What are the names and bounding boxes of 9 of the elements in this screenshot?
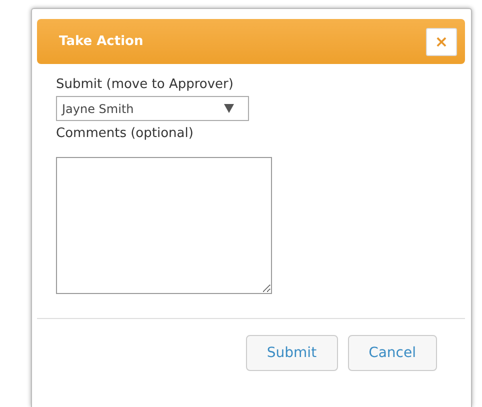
submit-button[interactable]: Submit <box>246 335 338 371</box>
cancel-button[interactable]: Cancel <box>348 335 437 371</box>
field-label: Submit (move to Approver) <box>56 76 234 94</box>
field-label: Comments (optional) <box>56 125 194 143</box>
close-button[interactable]: × <box>426 28 457 56</box>
approver-select[interactable]: Jayne Smith <box>56 96 249 121</box>
dialog-title: Take Action <box>59 34 144 49</box>
caret-icon <box>224 104 234 113</box>
comments-field[interactable] <box>56 157 272 294</box>
